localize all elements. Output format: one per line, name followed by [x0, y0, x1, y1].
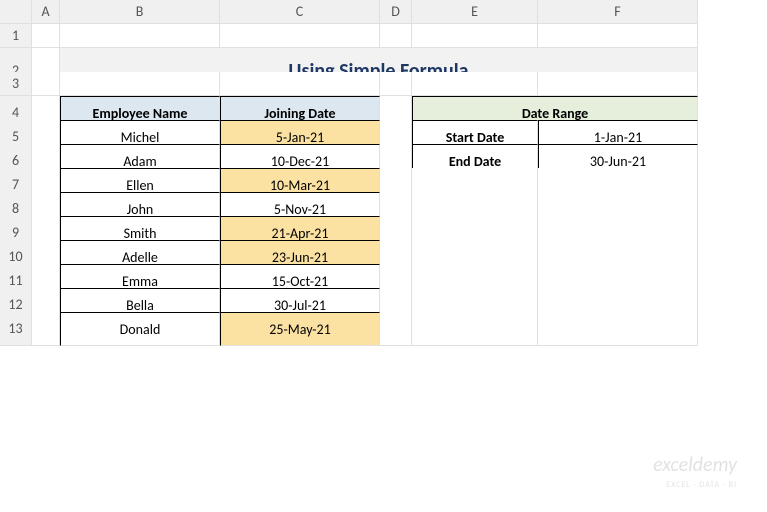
cell-F3[interactable] [538, 72, 698, 96]
col-header-F[interactable]: F [538, 0, 698, 24]
col-header-B[interactable]: B [60, 0, 220, 24]
joining-date-cell[interactable]: 25-May-21 [220, 312, 380, 346]
cell-E3[interactable] [412, 72, 538, 96]
cell-B1[interactable] [60, 24, 220, 48]
cell-C1[interactable] [220, 24, 380, 48]
cell-E13[interactable] [412, 312, 538, 346]
cell-E1[interactable] [412, 24, 538, 48]
watermark-subtext: EXCEL · DATA · BI [666, 480, 737, 490]
row-header-1[interactable]: 1 [0, 24, 32, 48]
spreadsheet-grid: A B C D E F 1 2 Using Simple Formula 3 4… [0, 0, 767, 336]
cell-C3[interactable] [220, 72, 380, 96]
row-header-3[interactable]: 3 [0, 72, 32, 96]
select-all-corner[interactable] [0, 0, 32, 24]
watermark-logo: exceldemy [653, 453, 737, 477]
cell-A13[interactable] [32, 312, 60, 346]
cell-B3[interactable] [60, 72, 220, 96]
employee-name-cell[interactable]: Donald [60, 312, 220, 346]
cell-D1[interactable] [380, 24, 412, 48]
row-header-13[interactable]: 13 [0, 312, 32, 346]
cell-D3[interactable] [380, 72, 412, 96]
cell-F1[interactable] [538, 24, 698, 48]
cell-F13[interactable] [538, 312, 698, 346]
col-header-E[interactable]: E [412, 0, 538, 24]
col-header-D[interactable]: D [380, 0, 412, 24]
col-header-C[interactable]: C [220, 0, 380, 24]
cell-D13[interactable] [380, 312, 412, 346]
cell-A3[interactable] [32, 72, 60, 96]
col-header-A[interactable]: A [32, 0, 60, 24]
cell-A1[interactable] [32, 24, 60, 48]
